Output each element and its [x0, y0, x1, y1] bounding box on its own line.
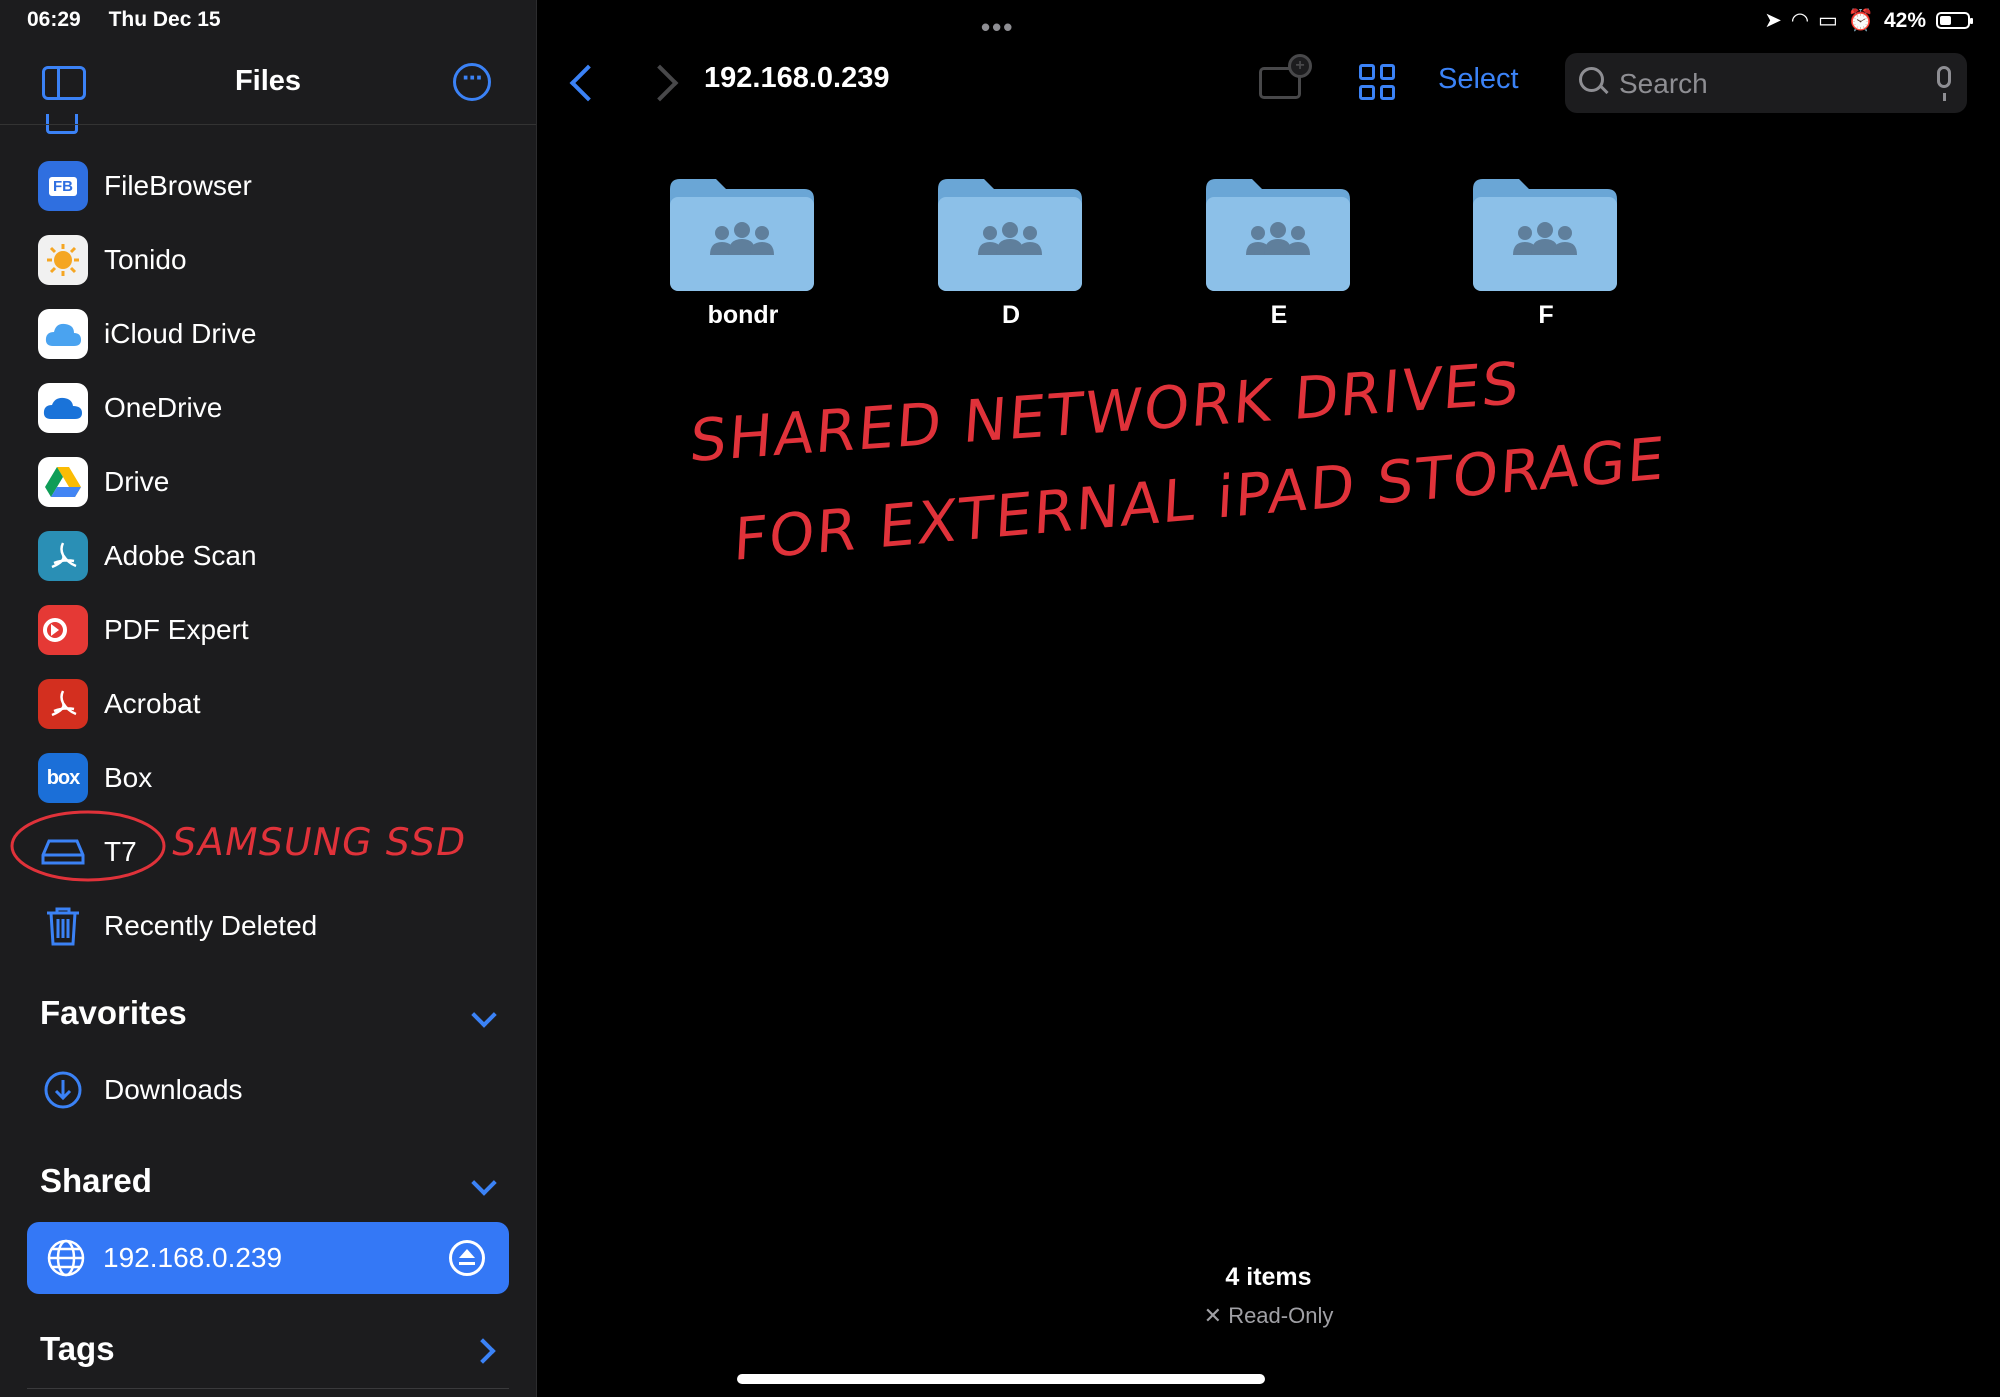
onedrive-icon [38, 383, 88, 433]
folder-name: E [1270, 301, 1288, 329]
sidebar-item-label: FileBrowser [104, 170, 252, 201]
alarm-icon: ⏰ [1847, 8, 1874, 32]
sidebar-item-label: Downloads [104, 1074, 243, 1105]
sidebar-header-divider [0, 124, 536, 125]
new-folder-icon[interactable] [1259, 54, 1312, 99]
read-only-icon: ✕ [1203, 1303, 1229, 1328]
folder-name: F [1538, 301, 1554, 329]
adobe-scan-icon [38, 531, 88, 581]
sidebar-item-downloads[interactable]: Downloads [0, 1058, 536, 1122]
sidebar-item-label: Box [104, 762, 153, 793]
sidebar-item-icloud-drive[interactable]: iCloud Drive [0, 302, 536, 366]
forward-chevron-icon[interactable] [641, 64, 679, 102]
sidebar-item-label: iCloud Drive [104, 318, 257, 349]
wifi-icon: ◠ [1791, 9, 1808, 32]
status-time: 06:29 [27, 8, 81, 31]
search-icon [1579, 67, 1604, 92]
search-input[interactable] [1617, 63, 1921, 105]
sidebar-item-label: PDF Expert [104, 614, 249, 645]
item-count: 4 items [1225, 1263, 1312, 1291]
tags-header[interactable]: Tags [40, 1330, 115, 1368]
icloud-icon [38, 309, 88, 359]
multitasking-dots-icon[interactable]: ••• [981, 12, 1014, 43]
sidebar-item-adobe-scan[interactable]: Adobe Scan [0, 524, 536, 588]
status-bar-right: ➤ ◠ ▭ ⏰ 42% [1764, 8, 1973, 33]
screen-mirroring-icon: ▭ [1817, 9, 1838, 32]
tonido-icon [38, 235, 88, 285]
sidebar-item-acrobat[interactable]: Acrobat [0, 672, 536, 736]
more-options-icon[interactable]: ··· [453, 63, 491, 101]
pdf-expert-icon [38, 605, 88, 655]
tags-divider [27, 1388, 509, 1389]
select-button[interactable]: Select [1438, 63, 1519, 96]
main-content: ••• ➤ ◠ ▭ ⏰ 42% 192.168.0.239 Select bon… [537, 0, 2000, 1397]
sidebar-item-label: Acrobat [104, 688, 201, 719]
chevron-right-icon[interactable] [470, 1338, 496, 1364]
shared-folder-icon [938, 179, 1082, 291]
home-indicator[interactable] [737, 1374, 1265, 1384]
shared-folder-icon [1473, 179, 1617, 291]
t7-handwritten-note: SAMSUNG SSD [168, 820, 470, 864]
sidebar-item-onedrive[interactable]: OneDrive [0, 376, 536, 440]
sidebar-item-drive[interactable]: Drive [0, 450, 536, 514]
sidebar-item-label: Tonido [104, 244, 187, 275]
battery-icon [1936, 12, 1973, 29]
grid-view-icon[interactable] [1359, 64, 1395, 100]
filebrowser-icon: FB [38, 161, 88, 211]
microphone-icon[interactable] [1937, 66, 1951, 101]
globe-icon [41, 1233, 91, 1283]
sidebar: 06:29 Thu Dec 15 Files ··· FB FileBrowse… [0, 0, 537, 1397]
chevron-down-icon[interactable] [471, 1170, 497, 1196]
sidebar-item-label: Drive [104, 466, 170, 497]
sidebar-item-pdf-expert[interactable]: PDF Expert [0, 598, 536, 662]
shared-header[interactable]: Shared [40, 1162, 152, 1200]
favorites-header[interactable]: Favorites [40, 994, 187, 1032]
box-icon: box [38, 753, 88, 803]
status-date: Thu Dec 15 [108, 8, 221, 31]
battery-percent: 42% [1883, 8, 1926, 32]
search-field[interactable] [1565, 53, 1967, 113]
folder-name: D [1001, 301, 1021, 329]
page-title: 192.168.0.239 [704, 62, 890, 94]
location-icon: ➤ [1764, 9, 1782, 32]
sidebar-item-shared-server[interactable]: 192.168.0.239 [27, 1222, 509, 1294]
shared-folder-icon [670, 179, 814, 291]
sidebar-item-label: OneDrive [104, 392, 223, 423]
folder-name: bondr [707, 301, 779, 329]
sidebar-item-tonido[interactable]: Tonido [0, 228, 536, 292]
sidebar-item-filebrowser[interactable]: FB FileBrowser [0, 154, 536, 218]
sidebar-item-label: Recently Deleted [104, 910, 318, 941]
chevron-down-icon[interactable] [471, 1002, 497, 1028]
google-drive-icon [38, 457, 88, 507]
status-bar-left: 06:29 Thu Dec 15 [27, 8, 243, 32]
shared-folder-icon [1206, 179, 1350, 291]
eject-icon[interactable] [449, 1240, 485, 1276]
sidebar-item-label: 192.168.0.239 [103, 1242, 283, 1273]
read-only-status: ✕ Read-Only [1203, 1303, 1334, 1328]
sidebar-item-label: Adobe Scan [104, 540, 257, 571]
sidebar-header: Files ··· [0, 52, 536, 124]
back-chevron-icon[interactable] [569, 64, 607, 102]
acrobat-icon [38, 679, 88, 729]
download-icon [38, 1065, 88, 1115]
